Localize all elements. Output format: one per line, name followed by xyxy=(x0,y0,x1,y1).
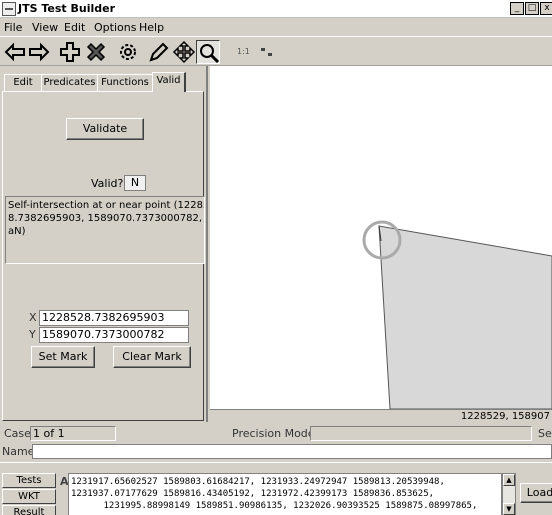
precision-model-label: Precision Model xyxy=(232,427,318,440)
set-precision-button[interactable]: Se xyxy=(538,427,552,440)
wkt-text-area[interactable]: 1231917.65602527 1589803.61684217, 12319… xyxy=(68,473,502,515)
tab-tests[interactable]: Tests xyxy=(2,473,56,488)
wkt-scrollbar[interactable]: ▲ ▼ xyxy=(502,473,516,515)
cursor-coords-bar: 1228529, 158907 xyxy=(210,409,552,423)
pencil-icon[interactable] xyxy=(147,40,171,64)
scroll-down-icon[interactable]: ▼ xyxy=(503,503,515,515)
tab-result[interactable]: Result xyxy=(2,505,56,515)
tab-valid[interactable]: Valid xyxy=(152,72,186,92)
toolbar: 1:1 xyxy=(0,36,552,66)
x-coordinate-field[interactable]: 1228528.7382695903 xyxy=(39,310,189,326)
tab-wkt[interactable]: WKT xyxy=(2,489,56,504)
wkt-line: 1231917.65602527 1589803.61684217, 12319… xyxy=(71,477,445,487)
window-title: JTS Test Builder xyxy=(18,2,116,15)
title-bar: JTS Test Builder _ □ x xyxy=(0,0,552,18)
y-coordinate-field[interactable]: 1589070.7373000782 xyxy=(39,327,189,343)
name-label: Name xyxy=(2,445,35,458)
forward-arrow-icon[interactable] xyxy=(27,40,51,64)
menu-file[interactable]: File xyxy=(4,21,22,34)
valid-tab-body: Validate Valid? N Self-intersection at o… xyxy=(2,91,205,421)
status-bar: Case 1 of 1 Precision Model Se xyxy=(0,425,552,442)
zoom-icon[interactable] xyxy=(196,40,220,64)
name-input[interactable] xyxy=(32,444,552,459)
maximize-button[interactable]: □ xyxy=(525,2,539,15)
tab-predicates[interactable]: Predicates xyxy=(41,74,98,91)
minimize-button[interactable]: _ xyxy=(510,2,524,15)
case-value: 1 of 1 xyxy=(30,426,116,441)
menu-options[interactable]: Options xyxy=(94,21,136,34)
geometry-canvas[interactable] xyxy=(210,66,552,409)
menu-help[interactable]: Help xyxy=(139,21,164,34)
close-button[interactable]: x xyxy=(540,2,552,15)
precision-model-field xyxy=(310,426,532,441)
y-label: Y xyxy=(29,328,36,341)
gear-icon[interactable] xyxy=(116,40,140,64)
tab-edit[interactable]: Edit xyxy=(4,74,42,91)
name-bar: Name xyxy=(0,443,552,460)
menu-bar: File View Edit Options Help xyxy=(0,18,552,36)
menu-view[interactable]: View xyxy=(32,21,58,34)
polygon-geometry[interactable] xyxy=(378,225,552,409)
wkt-line: 1231937.07177629 1589816.43405192, 12319… xyxy=(71,489,435,499)
extent-icon[interactable] xyxy=(258,43,276,61)
validate-button[interactable]: Validate xyxy=(66,118,144,140)
move-icon[interactable] xyxy=(172,40,196,64)
back-arrow-icon[interactable] xyxy=(3,40,27,64)
valid-label: Valid? xyxy=(91,177,124,190)
set-mark-button[interactable]: Set Mark xyxy=(31,346,95,368)
cursor-coordinates: 1228529, 158907 xyxy=(460,411,550,422)
wkt-line: 1231995.88998149 1589851.90986135, 12320… xyxy=(71,501,478,511)
bottom-panel: Tests WKT Result A 1231917.65602527 1589… xyxy=(0,462,552,515)
zoom-one-to-one-button[interactable]: 1:1 xyxy=(237,47,250,56)
app-icon xyxy=(2,2,16,16)
valid-value: N xyxy=(124,175,146,191)
scroll-up-icon[interactable]: ▲ xyxy=(503,474,515,486)
clear-mark-button[interactable]: Clear Mark xyxy=(113,346,191,368)
left-panel: Edit Predicates Functions Valid Validate… xyxy=(0,66,208,422)
load-button[interactable]: Load xyxy=(520,483,552,503)
validation-message: Self-intersection at or near point (1228… xyxy=(5,196,205,264)
menu-edit[interactable]: Edit xyxy=(64,21,85,34)
add-plus-icon[interactable] xyxy=(58,40,82,64)
x-label: X xyxy=(29,311,37,324)
tab-functions[interactable]: Functions xyxy=(97,74,153,91)
delete-x-icon[interactable] xyxy=(84,40,108,64)
case-label: Case xyxy=(4,427,31,440)
